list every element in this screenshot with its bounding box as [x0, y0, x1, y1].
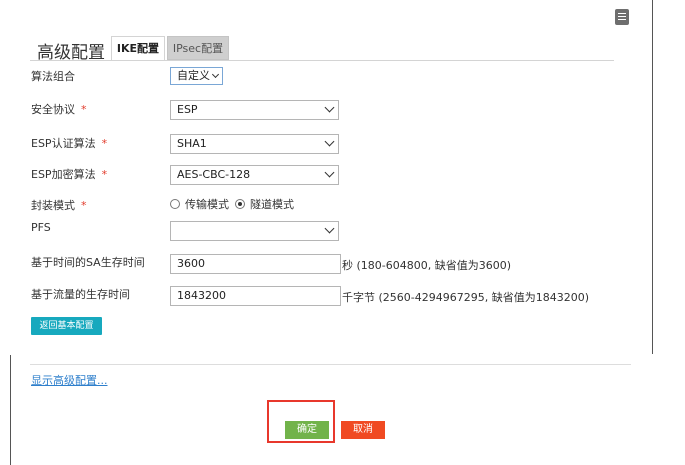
tab-ipsec-config[interactable]: IPsec配置 — [167, 36, 229, 60]
transport-mode-radio[interactable] — [170, 199, 180, 209]
section-divider — [30, 364, 631, 365]
esp-encryption-label: ESP加密算法 * — [31, 166, 107, 182]
security-protocol-label: 安全协议 * — [31, 101, 87, 117]
algorithm-suite-value: 自定义 — [177, 69, 210, 82]
chevron-down-icon — [324, 102, 335, 113]
pfs-select[interactable] — [170, 221, 339, 241]
sa-traffic-lifetime-hint: 千字节 (2560-4294967295, 缺省值为1843200) — [342, 291, 590, 304]
back-basic-config-button[interactable]: 返回基本配置 — [31, 317, 102, 335]
right-border-line — [652, 0, 653, 354]
tunnel-mode-radio[interactable] — [235, 199, 245, 209]
sa-time-lifetime-label-text: 基于时间的SA生存时间 — [31, 256, 145, 269]
show-advanced-config-link[interactable]: 显示高级配置... — [31, 372, 108, 388]
ok-button[interactable]: 确定 — [285, 421, 329, 439]
sa-time-lifetime-hint: 秒 (180-604800, 缺省值为3600) — [342, 259, 512, 272]
sa-traffic-lifetime-label-text: 基于流量的生存时间 — [31, 288, 130, 301]
required-star: * — [101, 168, 108, 181]
required-star: * — [101, 137, 108, 150]
transport-mode-label[interactable]: 传输模式 — [185, 198, 229, 211]
chevron-down-icon — [324, 167, 335, 178]
esp-auth-value: SHA1 — [177, 137, 207, 150]
chevron-down-icon — [324, 136, 335, 147]
esp-auth-select[interactable]: SHA1 — [170, 134, 339, 154]
security-protocol-select[interactable]: ESP — [170, 100, 339, 120]
encapsulation-radio-group: 传输模式 隧道模式 — [170, 196, 300, 212]
algorithm-suite-select[interactable]: 自定义 — [170, 67, 223, 85]
encapsulation-label-text: 封装模式 — [31, 199, 75, 212]
tab-ike-config[interactable]: IKE配置 — [111, 36, 165, 60]
pfs-label-text: PFS — [31, 221, 51, 234]
esp-encryption-value: AES-CBC-128 — [177, 168, 251, 181]
cancel-button[interactable]: 取消 — [341, 421, 385, 439]
sa-time-lifetime-input[interactable]: 3600 — [170, 254, 341, 274]
algorithm-suite-label-text: 算法组合 — [31, 70, 75, 83]
chevron-down-icon — [211, 70, 220, 79]
required-star: * — [81, 103, 87, 116]
esp-auth-label: ESP认证算法 * — [31, 135, 107, 151]
sa-time-lifetime-label: 基于时间的SA生存时间 — [31, 254, 145, 270]
tab-divider — [30, 60, 614, 61]
encapsulation-label: 封装模式 * — [31, 197, 87, 213]
sa-traffic-lifetime-value: 1843200 — [177, 289, 226, 302]
esp-encryption-select[interactable]: AES-CBC-128 — [170, 165, 339, 185]
security-protocol-label-text: 安全协议 — [31, 103, 75, 116]
pfs-label: PFS — [31, 221, 51, 234]
left-border-line — [10, 355, 11, 465]
sa-traffic-lifetime-input[interactable]: 1843200 — [170, 286, 341, 306]
tunnel-mode-label[interactable]: 隧道模式 — [250, 198, 294, 211]
algorithm-suite-label: 算法组合 — [31, 68, 75, 84]
esp-auth-label-text: ESP认证算法 — [31, 137, 96, 150]
sa-traffic-lifetime-label: 基于流量的生存时间 — [31, 286, 130, 302]
required-star: * — [81, 199, 87, 212]
notepad-icon[interactable] — [615, 9, 629, 25]
security-protocol-value: ESP — [177, 103, 198, 116]
sa-time-lifetime-value: 3600 — [177, 257, 205, 270]
esp-encryption-label-text: ESP加密算法 — [31, 168, 96, 181]
chevron-down-icon — [324, 223, 335, 234]
